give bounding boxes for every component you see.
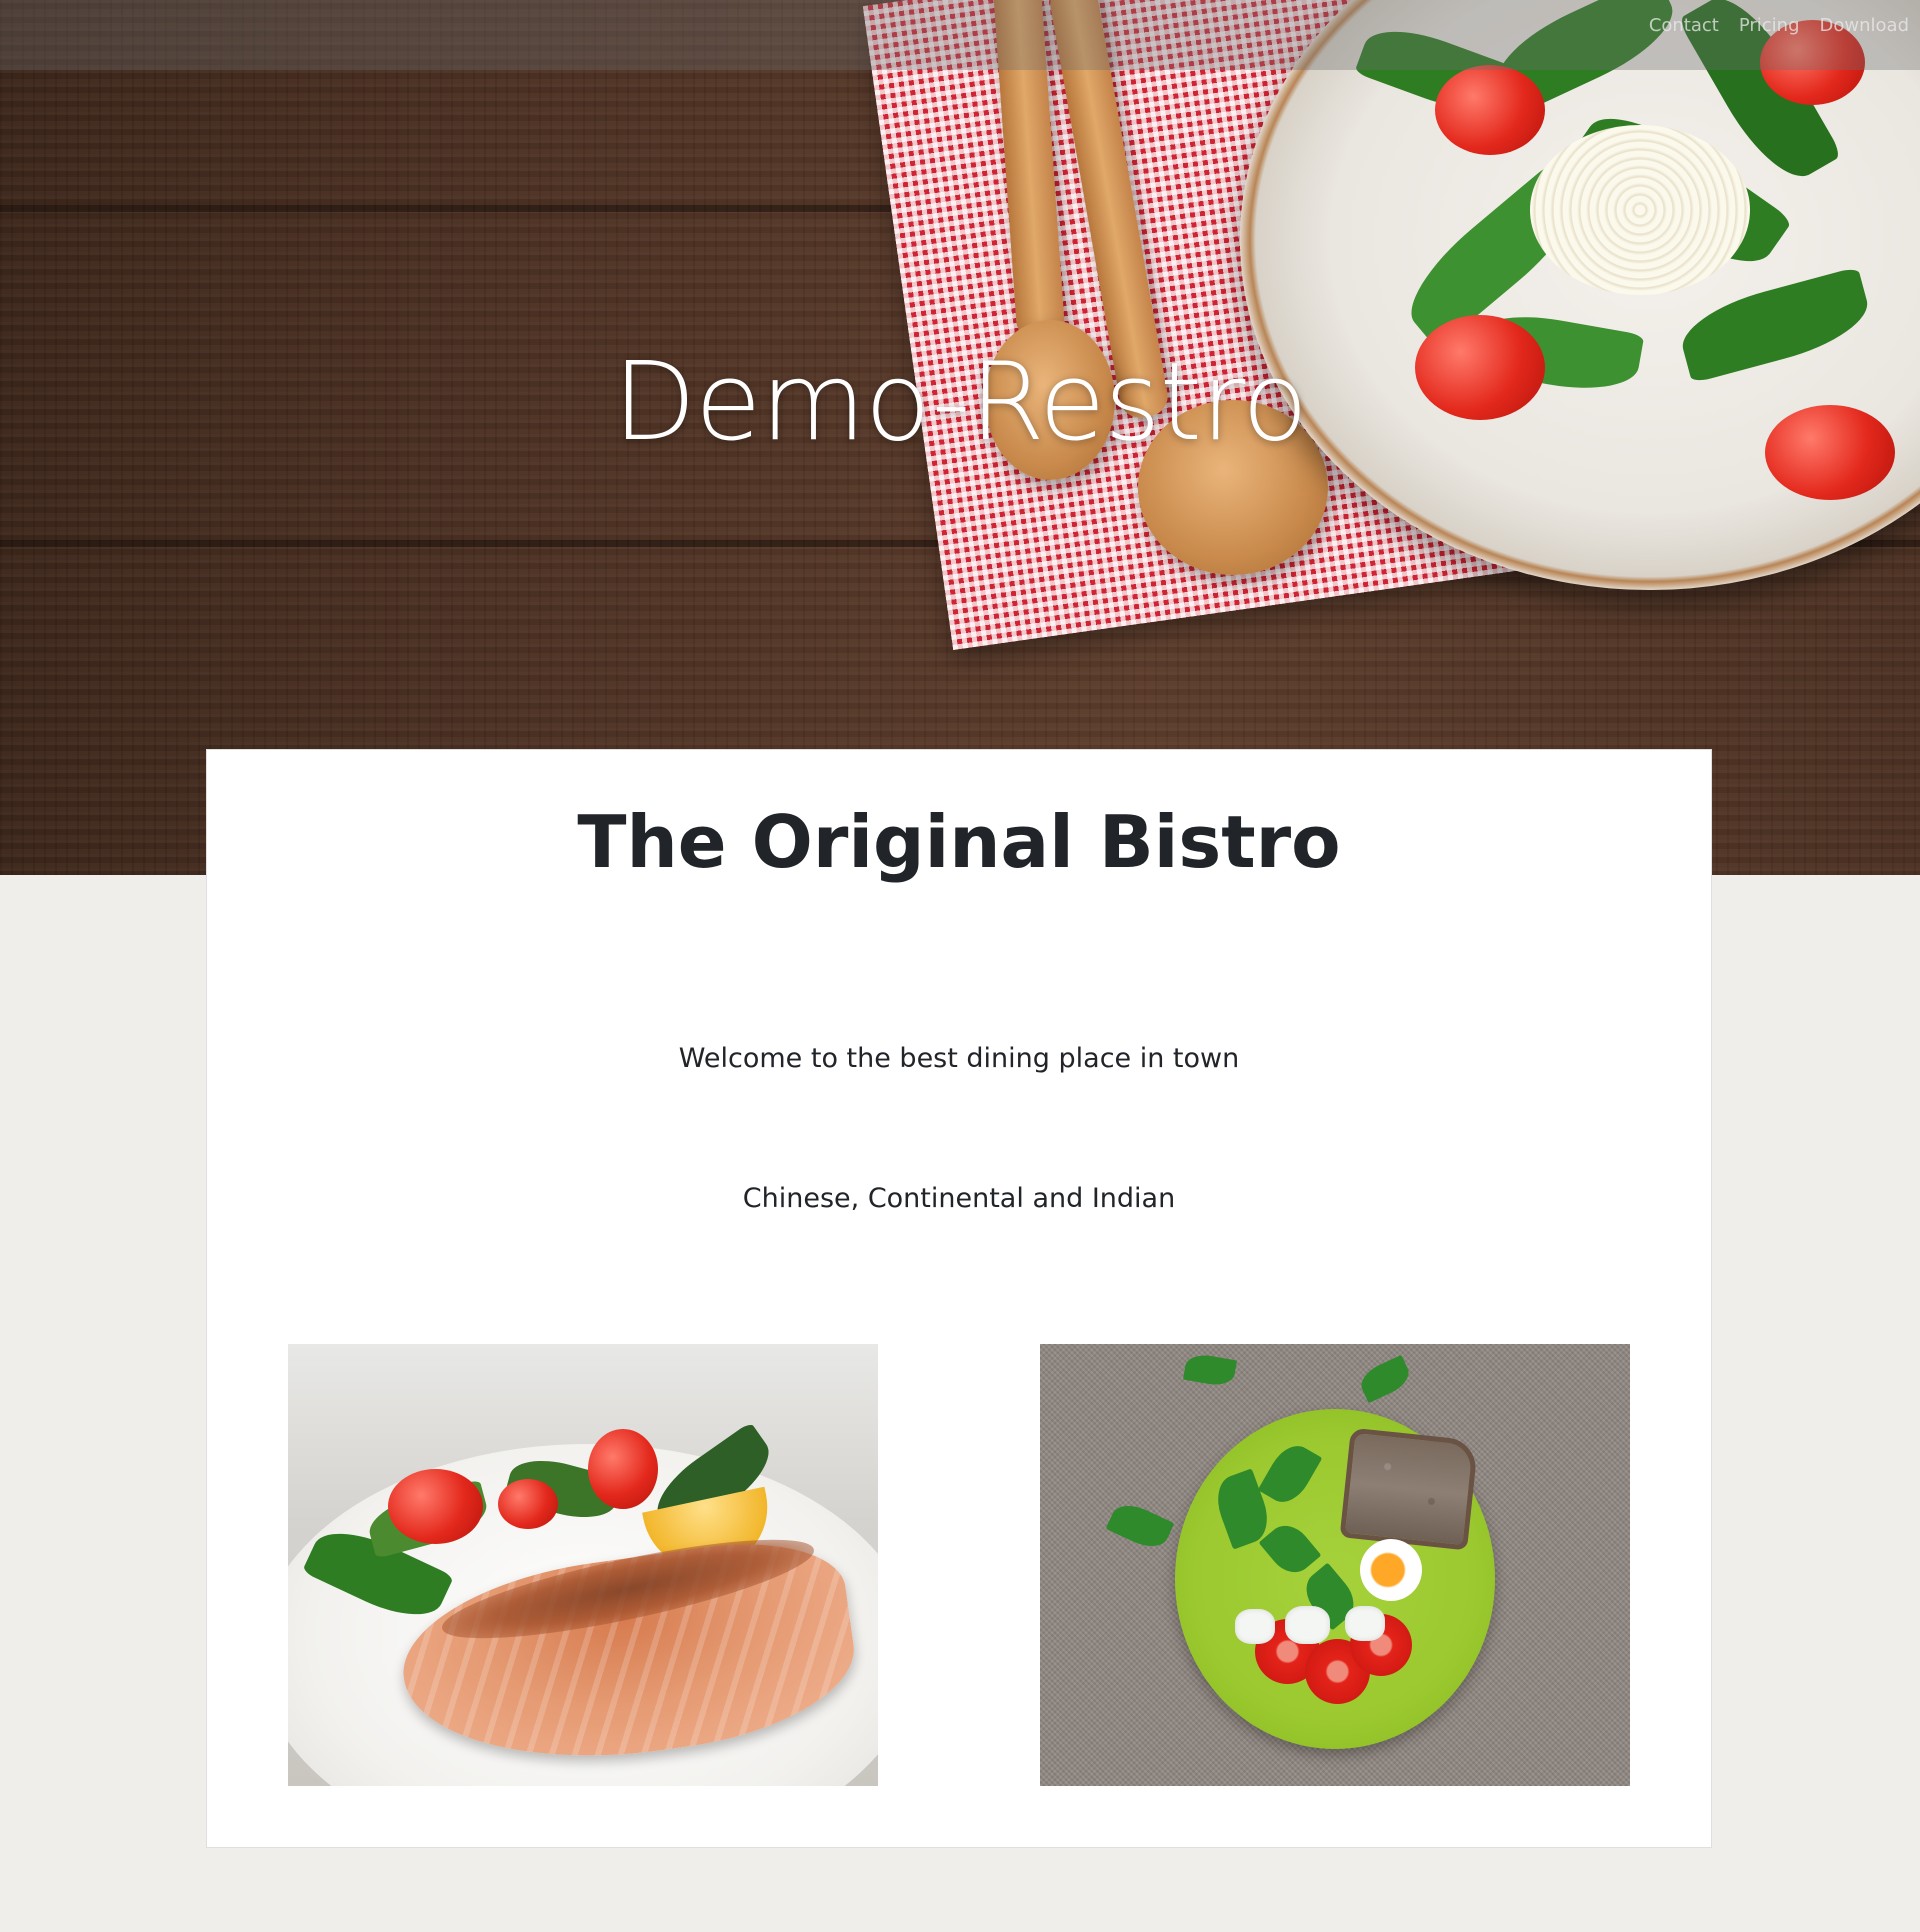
hero-title: Demo-Restro [612,340,1308,465]
basil-leaf [1105,1497,1175,1555]
tagline-text: Welcome to the best dining place in town [678,1043,1240,1074]
feta-cheese [1235,1609,1275,1644]
nav-link-download[interactable]: Download [1820,15,1909,36]
basil-leaf [1182,1351,1238,1389]
boiled-egg [1360,1539,1422,1601]
feta-cheese [1285,1606,1330,1644]
top-navbar: Contact Pricing Download [0,0,1920,70]
feta-cheese [1345,1606,1385,1641]
tomato [1435,65,1545,155]
page-title: The Original Bistro [577,800,1341,884]
tomato-wedge [588,1429,658,1509]
basil-leaf [1356,1354,1414,1404]
green-plate-salad-photo [1040,1344,1630,1786]
nav-links: Contact Pricing Download [1649,15,1909,36]
cheese-shreds [1530,125,1750,295]
hero-banner: Contact Pricing Download Demo-Restro [0,0,1920,875]
nav-link-pricing[interactable]: Pricing [1739,15,1800,36]
nav-link-contact[interactable]: Contact [1649,15,1719,36]
tomato-wedge [388,1469,483,1544]
main-content-card: The Original Bistro Welcome to the best … [206,749,1712,1848]
tomato-wedge [498,1479,558,1529]
bread-slice [1339,1427,1479,1551]
salmon-salad-photo [288,1344,878,1786]
cuisines-text: Chinese, Continental and Indian [742,1183,1176,1214]
